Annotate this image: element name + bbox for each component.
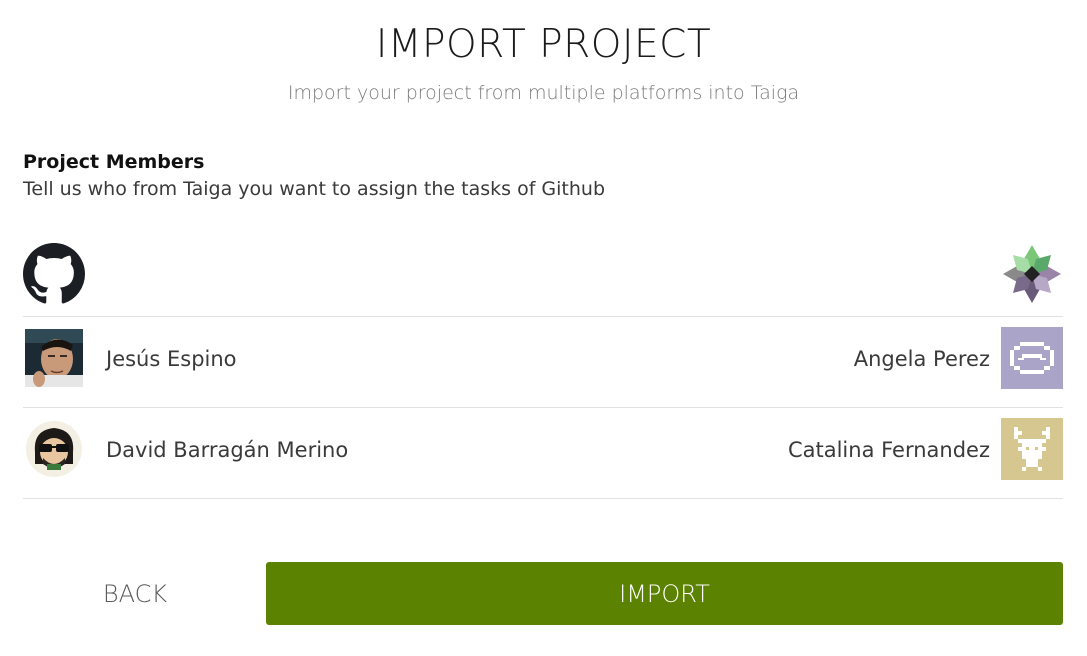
target-member-name[interactable]: Catalina Fernandez bbox=[788, 438, 990, 462]
import-project-page: IMPORT PROJECT Import your project from … bbox=[0, 0, 1087, 656]
member-mapping-row[interactable]: Jesús Espino Angela Perez bbox=[23, 317, 1063, 408]
page-subtitle: Import your project from multiple platfo… bbox=[287, 82, 800, 104]
members-header-row bbox=[23, 240, 1063, 317]
avatar bbox=[26, 421, 82, 477]
avatar bbox=[25, 329, 83, 387]
taiga-logo-icon bbox=[1003, 245, 1061, 303]
member-mapping-row[interactable]: David Barragán Merino Catalina Fernandez bbox=[23, 408, 1063, 499]
avatar[interactable] bbox=[1001, 418, 1063, 480]
source-member-name: David Barragán Merino bbox=[106, 438, 349, 462]
section-title: Project Members bbox=[23, 151, 205, 173]
target-member-name[interactable]: Angela Perez bbox=[854, 347, 990, 371]
back-button[interactable]: BACK bbox=[23, 562, 247, 625]
source-member-name: Jesús Espino bbox=[106, 347, 237, 371]
avatar[interactable] bbox=[1001, 327, 1063, 389]
section-description: Tell us who from Taiga you want to assig… bbox=[23, 178, 606, 200]
page-title: IMPORT PROJECT bbox=[375, 22, 712, 67]
github-logo-icon bbox=[23, 243, 85, 304]
import-button[interactable]: IMPORT bbox=[266, 562, 1063, 625]
